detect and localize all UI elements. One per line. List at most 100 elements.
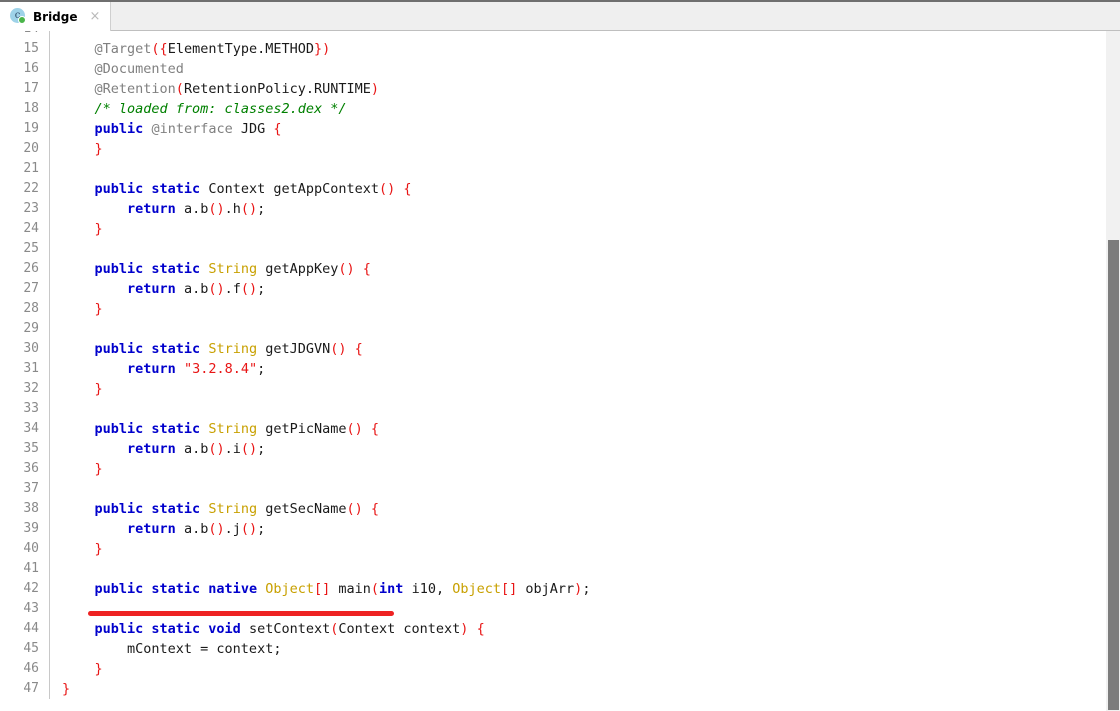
line-number: 34	[0, 419, 50, 439]
code-token: String	[208, 261, 258, 277]
vertical-scrollbar-thumb[interactable]	[1108, 240, 1119, 710]
code-token: {	[362, 261, 371, 277]
tab-bridge[interactable]: c Bridge ×	[0, 2, 112, 31]
code-token: getJDGVN	[257, 341, 331, 357]
code-token: {	[370, 501, 380, 517]
code-line-text	[50, 599, 1105, 619]
code-line-text: public static String getSecName() {	[50, 499, 1105, 519]
tab-label: Bridge	[33, 9, 78, 24]
code-line: 18 /* loaded from: classes2.dex */	[0, 99, 1105, 119]
code-token: ()	[240, 441, 258, 457]
code-token: getAppKey	[257, 261, 339, 277]
code-token: return	[127, 201, 176, 217]
code-token: ()	[379, 181, 396, 197]
code-line-text: public static String getPicName() {	[50, 419, 1105, 439]
code-line-text: mContext = context;	[50, 639, 1105, 659]
code-line-text: @Retention(RetentionPolicy.RUNTIME)	[50, 79, 1105, 99]
code-token: }	[94, 301, 103, 317]
code-line-text: /* loaded from: classes2.dex */	[50, 99, 1105, 119]
code-viewport[interactable]: 1415 @Target({ElementType.METHOD})16 @Do…	[0, 31, 1105, 711]
code-token: objArr	[517, 581, 575, 597]
code-token: []	[501, 581, 518, 597]
code-line: 17 @Retention(RetentionPolicy.RUNTIME)	[0, 79, 1105, 99]
code-line-text: }	[50, 659, 1105, 679]
code-line-text: return a.b().f();	[50, 279, 1105, 299]
code-token: }	[94, 661, 103, 677]
code-token: }	[94, 221, 103, 237]
code-token: })	[314, 41, 331, 57]
code-lines: 1415 @Target({ElementType.METHOD})16 @Do…	[0, 31, 1105, 699]
code-token: {	[476, 621, 485, 637]
code-token: @Target	[94, 41, 152, 57]
code-token: {	[354, 341, 363, 357]
code-line-text	[50, 319, 1105, 339]
line-number: 14	[0, 31, 50, 39]
code-token: public	[94, 121, 144, 137]
code-token: ;	[257, 521, 266, 537]
line-number: 16	[0, 59, 50, 79]
line-number: 21	[0, 159, 50, 179]
code-line-text: return a.b().j();	[50, 519, 1105, 539]
code-line: 39 return a.b().j();	[0, 519, 1105, 539]
close-icon[interactable]: ×	[88, 10, 103, 23]
line-number: 47	[0, 679, 50, 699]
code-token: String	[208, 341, 258, 357]
code-token: return	[127, 441, 176, 457]
code-line-text	[50, 559, 1105, 579]
code-token: a.b	[175, 441, 209, 457]
code-token: @interface	[151, 121, 233, 137]
code-token: {	[403, 181, 412, 197]
line-number: 45	[0, 639, 50, 659]
vertical-scrollbar[interactable]	[1105, 31, 1120, 711]
code-line: 26 public static String getAppKey() {	[0, 259, 1105, 279]
code-line: 38 public static String getSecName() {	[0, 499, 1105, 519]
code-token: return	[127, 361, 176, 377]
code-token: {	[273, 121, 282, 137]
code-token: JDG	[232, 121, 274, 137]
code-token: ()	[346, 501, 363, 517]
class-file-icon-status-dot	[18, 16, 26, 24]
code-line-text	[50, 239, 1105, 259]
code-token: ()	[208, 281, 225, 297]
code-line: 43	[0, 599, 1105, 619]
code-line: 45 mContext = context;	[0, 639, 1105, 659]
code-line-text: return "3.2.8.4";	[50, 359, 1105, 379]
line-number: 46	[0, 659, 50, 679]
code-line-text	[50, 31, 1105, 39]
code-token: ()	[208, 201, 225, 217]
code-line-text: }	[50, 219, 1105, 239]
code-line: 30 public static String getJDGVN() {	[0, 339, 1105, 359]
code-token: )	[370, 81, 380, 97]
code-token: []	[314, 581, 331, 597]
code-token: (	[175, 81, 184, 97]
code-token: ;	[582, 581, 591, 597]
code-line-text: }	[50, 459, 1105, 479]
code-token: setContext	[240, 621, 331, 637]
code-token: .i	[224, 441, 241, 457]
code-token: "3.2.8.4"	[183, 361, 258, 377]
code-line: 20 }	[0, 139, 1105, 159]
code-token: RetentionPolicy.RUNTIME	[183, 81, 371, 97]
code-token: ;	[257, 441, 266, 457]
code-token: ()	[346, 421, 363, 437]
code-token: @Documented	[94, 61, 184, 77]
code-line-text: @Documented	[50, 59, 1105, 79]
code-line: 47}	[0, 679, 1105, 699]
code-token: a.b	[175, 521, 209, 537]
line-number: 17	[0, 79, 50, 99]
code-token: String	[208, 501, 258, 517]
code-token: a.b	[175, 281, 209, 297]
code-line-text: return a.b().h();	[50, 199, 1105, 219]
code-line-text: return a.b().i();	[50, 439, 1105, 459]
line-number: 19	[0, 119, 50, 139]
line-number: 24	[0, 219, 50, 239]
line-number: 26	[0, 259, 50, 279]
